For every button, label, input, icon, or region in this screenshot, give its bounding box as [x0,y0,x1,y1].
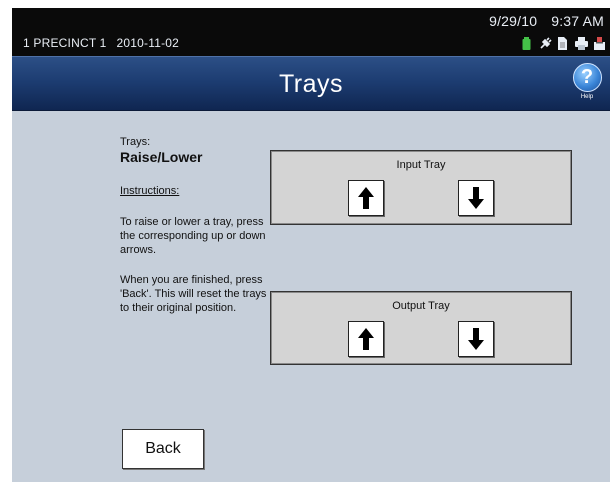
input-tray-lower-button[interactable] [458,180,494,216]
input-tray-panel: Input Tray [270,150,572,225]
instructions-panel: Trays: Raise/Lower Instructions: To rais… [120,135,270,315]
output-tray-raise-button[interactable] [348,321,384,357]
output-tray-lower-button[interactable] [458,321,494,357]
help-icon: ? [572,63,602,92]
output-tray-title: Output Tray [392,300,450,312]
raise-lower-heading: Raise/Lower [120,149,203,165]
instructions-paragraph-2: When you are finished, press 'Back'. Thi… [120,274,267,314]
arrow-up-icon [358,328,374,350]
power-plug-icon [539,36,552,50]
help-button[interactable]: ? Help [572,63,602,103]
election-date: 2010-11-02 [116,36,180,50]
arrow-down-icon [468,187,484,209]
ballot-box-icon [593,36,605,50]
page-title: Trays [278,70,344,98]
document-icon [557,36,568,50]
arrow-down-icon [468,328,484,350]
status-bar: 1 PRECINCT 1 2010-11-02 9/29/10 9:37 AM [12,8,610,56]
clock: 9/29/10 9:37 AM [489,13,604,29]
current-date: 9/29/10 [489,13,538,29]
precinct-info: 1 PRECINCT 1 2010-11-02 [23,36,179,50]
input-tray-title: Input Tray [396,159,446,171]
instructions-label: Instructions: [120,185,180,197]
current-time: 9:37 AM [551,13,604,29]
screen: 1 PRECINCT 1 2010-11-02 9/29/10 9:37 AM Tr… [12,8,610,482]
arrow-up-icon [358,187,374,209]
help-label: Help [580,94,594,100]
input-tray-raise-button[interactable] [348,180,384,216]
content-area: Trays: Raise/Lower Instructions: To rais… [12,111,610,482]
title-bar: Trays ? Help [12,56,610,112]
precinct-label: 1 PRECINCT 1 [23,36,107,50]
instructions-paragraph-1: To raise or lower a tray, press the corr… [120,216,266,256]
battery-icon [521,36,532,50]
printer-icon [575,36,588,50]
output-tray-panel: Output Tray [270,291,572,365]
trays-label: Trays: [120,136,151,148]
status-icons [521,35,605,51]
back-button[interactable]: Back [122,429,204,469]
